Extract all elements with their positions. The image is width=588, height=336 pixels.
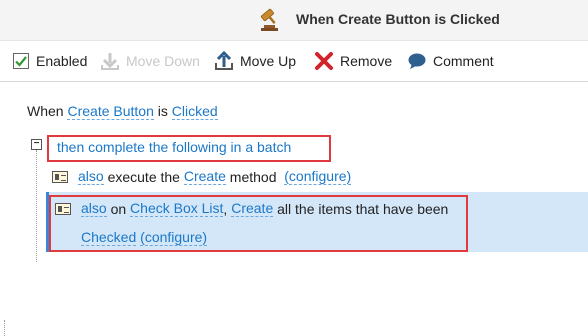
move-up-label: Move Up bbox=[240, 53, 297, 69]
also-link[interactable]: also bbox=[78, 168, 104, 185]
tree-connector bbox=[36, 150, 38, 262]
move-down-button[interactable]: Move Down bbox=[100, 41, 200, 81]
comment-bubble-icon bbox=[407, 51, 427, 71]
toolbar: Enabled Move Down Move Up Remove Comment bbox=[0, 41, 588, 82]
move-up-icon bbox=[214, 51, 234, 71]
remove-label: Remove bbox=[340, 53, 393, 69]
action-text: method bbox=[229, 168, 277, 185]
configure-link[interactable]: (configure) bbox=[284, 168, 352, 185]
rule-editor: When Create Button is Clicked − then com… bbox=[0, 82, 588, 336]
move-up-button[interactable]: Move Up bbox=[214, 41, 296, 81]
highlight-box-batch bbox=[47, 135, 331, 162]
is-text: is bbox=[157, 103, 168, 119]
remove-button[interactable]: Remove bbox=[314, 41, 392, 81]
when-text: When bbox=[27, 103, 64, 119]
page-title: When Create Button is Clicked bbox=[296, 11, 500, 27]
title-bar: When Create Button is Clicked bbox=[0, 0, 588, 41]
comment-button[interactable]: Comment bbox=[407, 41, 494, 81]
control-link[interactable]: Create Button bbox=[67, 103, 154, 120]
action-row-execute-method[interactable]: also execute the Create method (configur… bbox=[52, 168, 352, 185]
move-down-label: Move Down bbox=[126, 53, 200, 69]
highlight-box-action bbox=[49, 195, 468, 252]
method-link[interactable]: Create bbox=[183, 168, 226, 185]
panel-resize-grip[interactable] bbox=[4, 320, 6, 336]
move-down-icon bbox=[100, 51, 120, 71]
gavel-icon bbox=[258, 8, 284, 32]
collapse-toggle[interactable]: − bbox=[31, 139, 42, 150]
event-link[interactable]: Clicked bbox=[171, 103, 218, 120]
remove-x-icon bbox=[314, 51, 334, 71]
enabled-label: Enabled bbox=[36, 53, 88, 69]
checkbox-checked-icon bbox=[12, 52, 30, 70]
action-icon bbox=[52, 170, 68, 183]
enabled-checkbox[interactable]: Enabled bbox=[12, 41, 87, 81]
comment-label: Comment bbox=[433, 53, 494, 69]
rule-condition: When Create Button is Clicked bbox=[27, 103, 218, 120]
action-text: execute the bbox=[107, 168, 180, 185]
